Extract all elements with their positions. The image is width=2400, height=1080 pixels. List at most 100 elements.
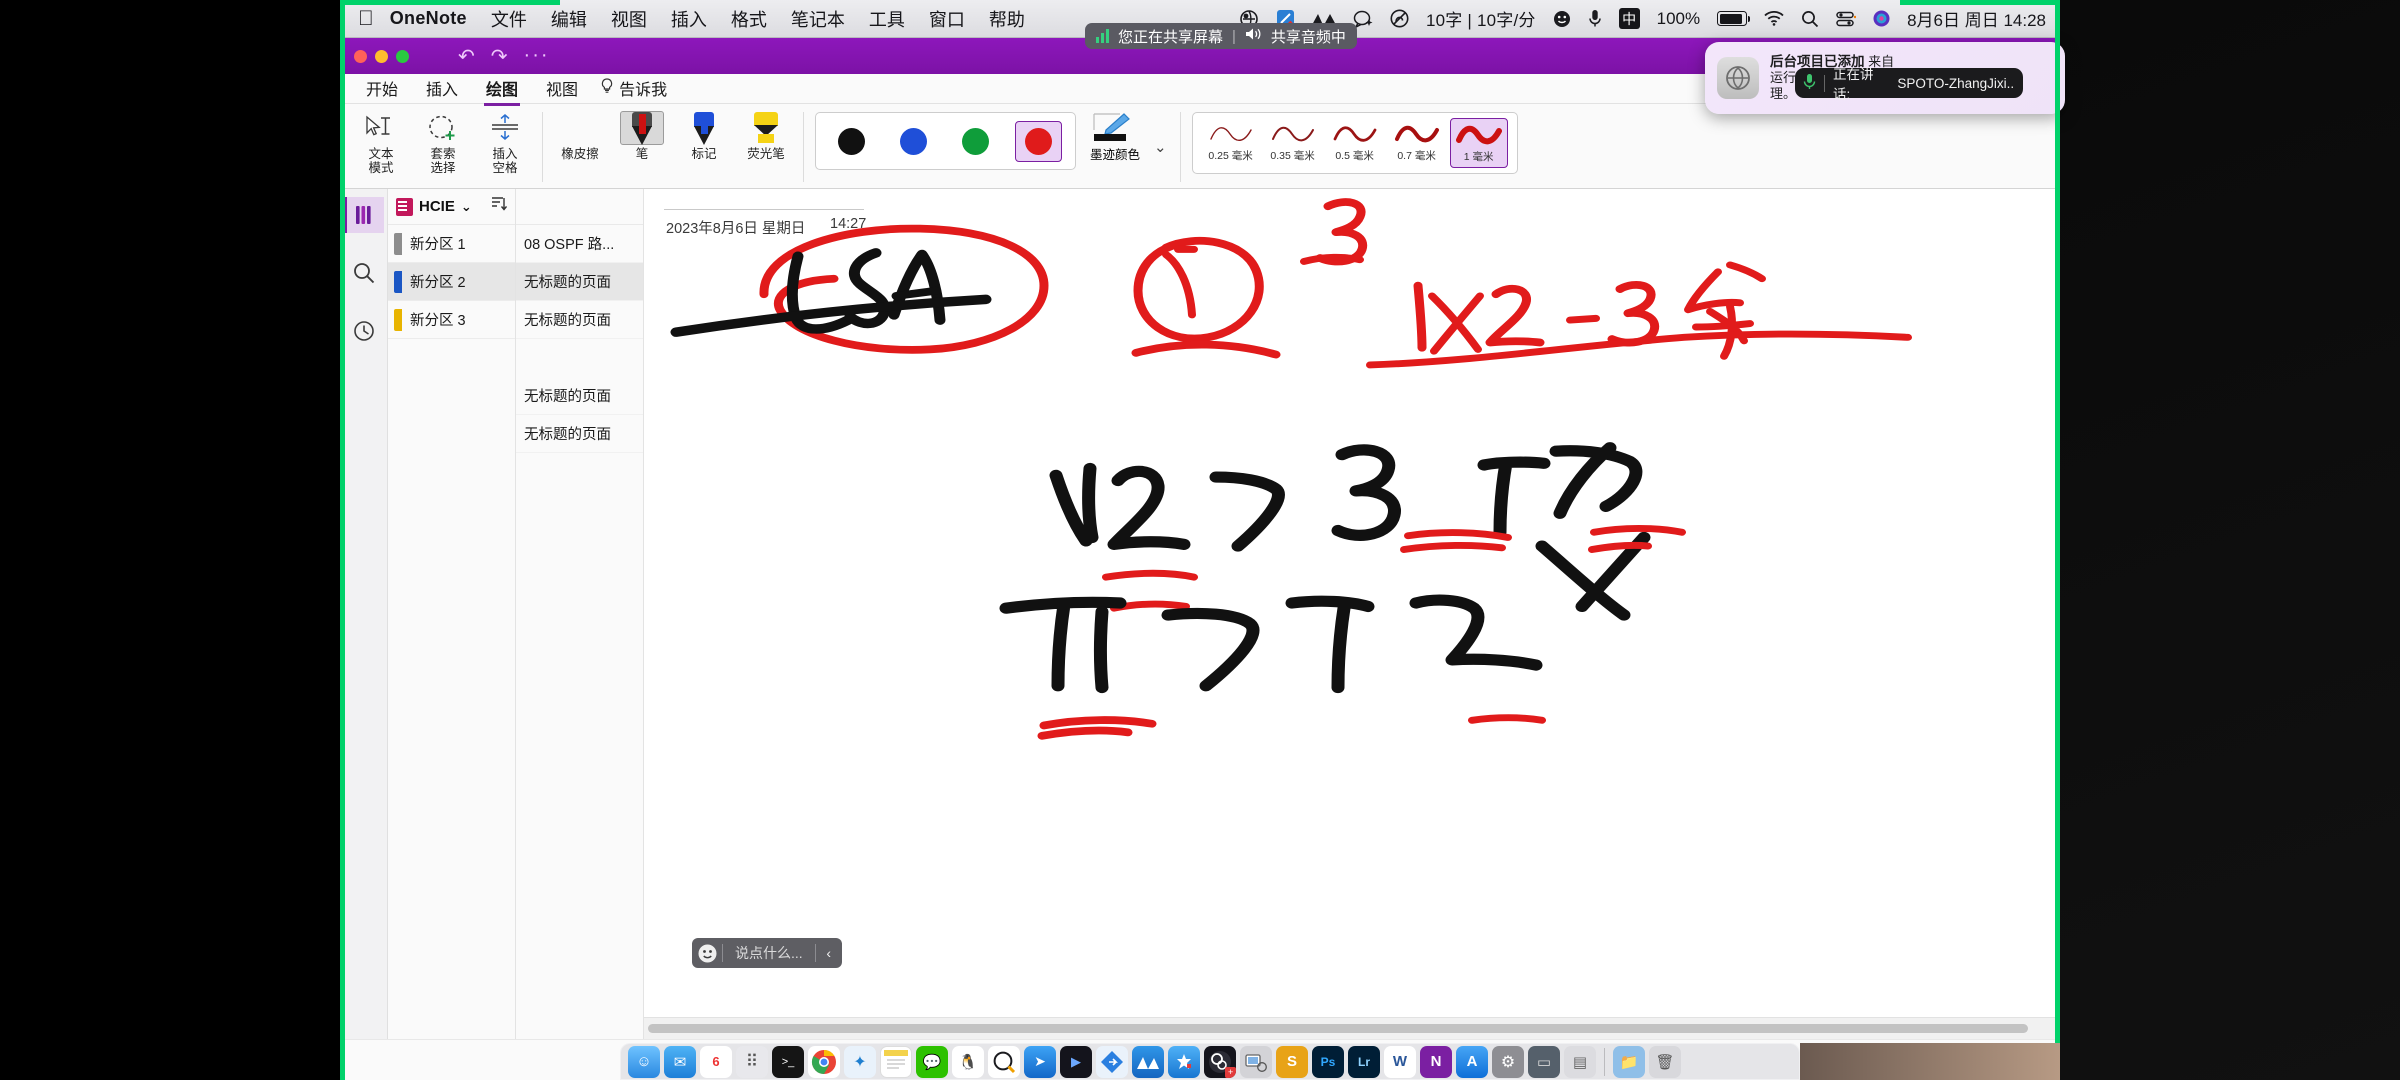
section-item-3[interactable]: 新分区 3 (388, 301, 515, 339)
collapse-chevron-left-icon[interactable]: ‹ (816, 945, 842, 961)
battery-percent-status[interactable]: 100% (1657, 9, 1700, 29)
spotlight-search-icon[interactable] (1801, 10, 1819, 28)
scrollbar-thumb[interactable] (648, 1024, 2028, 1033)
settings-icon[interactable]: ⚙ (1492, 1045, 1524, 1078)
screenshot-icon[interactable] (1240, 1045, 1272, 1078)
menu-notebook[interactable]: 笔记本 (791, 6, 845, 32)
control-center-icon[interactable] (1836, 11, 1857, 27)
color-black[interactable] (829, 122, 874, 161)
page-item-5[interactable]: 无标题的页面 (516, 415, 643, 453)
thickness-1[interactable]: 1 毫米 (1449, 118, 1508, 168)
section-item-1[interactable]: 新分区 1 (388, 225, 515, 263)
wordcount-status[interactable]: 10字 | 10字/分 (1426, 6, 1536, 31)
window-controls[interactable] (354, 49, 409, 63)
launchpad-icon[interactable]: ⠿ (736, 1045, 768, 1078)
battery-status-icon[interactable] (1717, 11, 1751, 26)
say-input[interactable]: 说点什么... (723, 943, 815, 963)
input-method-status[interactable]: 中 (1618, 8, 1640, 29)
wifi-status-icon[interactable] (1764, 11, 1784, 26)
obs-icon[interactable]: + (1204, 1045, 1236, 1078)
section-item-2[interactable]: 新分区 2 (388, 263, 515, 301)
rail-recent-icon[interactable] (344, 313, 384, 349)
notebook-chevron-down-icon[interactable]: ⌄ (461, 199, 472, 215)
rail-search-icon[interactable] (344, 255, 384, 291)
insert-space-button[interactable]: 插入 空格 (479, 108, 531, 175)
mediaplayer-icon[interactable]: ▶ (1060, 1045, 1092, 1078)
menubar-app-name[interactable]: OneNote (390, 8, 467, 29)
safari-icon[interactable]: ✦ (844, 1045, 876, 1078)
horizontal-scrollbar[interactable] (644, 1017, 2060, 1039)
maximize-button[interactable] (396, 49, 409, 63)
footer-account[interactable]: C (340, 1040, 388, 1080)
thickness-025[interactable]: 0.25 毫米 (1202, 118, 1260, 166)
folder-icon[interactable]: 📁 (1613, 1045, 1645, 1078)
calendar-icon[interactable]: 6 (700, 1045, 732, 1078)
page-item-2[interactable]: 无标题的页面 (516, 301, 643, 339)
rail-notebooks-icon[interactable] (343, 197, 384, 233)
trash-icon[interactable]: 🗑 (1649, 1045, 1681, 1078)
menu-format[interactable]: 格式 (731, 6, 767, 32)
sharing-icon[interactable]: ➤ (1024, 1045, 1056, 1078)
tab-draw[interactable]: 绘图 (472, 72, 532, 106)
menu-edit[interactable]: 编辑 (551, 6, 587, 32)
pen-button[interactable]: 笔 (616, 108, 668, 161)
tell-me-search[interactable]: 告诉我 (592, 72, 681, 105)
page-item-0[interactable]: 08 OSPF 路... (516, 225, 643, 263)
color-red[interactable] (1015, 120, 1062, 162)
say-something-bar[interactable]: 说点什么... ‹ (692, 938, 842, 968)
emoji-icon[interactable] (692, 944, 722, 963)
menu-view[interactable]: 视图 (611, 6, 647, 32)
cleaner-icon[interactable] (1168, 1045, 1200, 1078)
speaking-indicator[interactable]: 正在讲话: SPOTO-ZhangJixi... (1795, 67, 2023, 102)
qqbrowser-icon[interactable] (988, 1045, 1020, 1078)
apple-icon[interactable]:  (358, 8, 374, 29)
word-icon[interactable]: W (1384, 1045, 1416, 1078)
ink-color-chevron-down-icon[interactable]: ⌄ (1154, 138, 1169, 156)
lasso-select-button[interactable]: 套索 选择 (417, 108, 469, 175)
emoji-status-icon[interactable] (1553, 10, 1571, 28)
highlighter-button[interactable]: 荧光笔 (740, 108, 792, 161)
menu-help[interactable]: 帮助 (989, 6, 1025, 32)
sublime-icon[interactable]: S (1276, 1045, 1308, 1078)
lightroom-icon[interactable]: Lr (1348, 1045, 1380, 1078)
tab-home[interactable]: 开始 (352, 72, 412, 105)
ink-color-button[interactable]: 墨迹颜色 (1086, 108, 1144, 163)
display-icon[interactable]: ▭ (1528, 1045, 1560, 1078)
tab-insert[interactable]: 插入 (412, 72, 472, 105)
thickness-05[interactable]: 0.5 毫米 (1326, 118, 1384, 166)
siri-status-icon[interactable] (1873, 10, 1890, 27)
page-item-1[interactable]: 无标题的页面 (516, 263, 643, 301)
speech-bubble-status-icon[interactable] (1353, 10, 1373, 28)
note-canvas[interactable]: 2023年8月6日 星期日 14:27 (644, 189, 2060, 1017)
thickness-07[interactable]: 0.7 毫米 (1388, 118, 1446, 166)
page-item-3-blank[interactable] (516, 339, 643, 377)
chrome-icon[interactable] (808, 1045, 840, 1078)
microphone-status-icon[interactable] (1588, 9, 1602, 28)
notebook-header[interactable]: HCIE ⌄ (388, 189, 515, 225)
finder-icon[interactable]: ☺ (628, 1045, 660, 1078)
mail-icon[interactable]: ✉ (664, 1045, 696, 1078)
tab-view[interactable]: 视图 (532, 72, 592, 105)
qq-icon[interactable]: 🐧 (952, 1045, 984, 1078)
menu-tools[interactable]: 工具 (869, 6, 905, 32)
thickness-035[interactable]: 0.35 毫米 (1264, 118, 1322, 166)
text-mode-button[interactable]: 文本 模式 (355, 108, 407, 175)
page-item-4[interactable]: 无标题的页面 (516, 377, 643, 415)
close-button[interactable] (354, 49, 367, 63)
footer-add-section[interactable]: 添加分区 (388, 1040, 516, 1080)
files-icon[interactable]: ▤ (1564, 1045, 1596, 1078)
color-blue[interactable] (891, 122, 936, 161)
appstore-icon[interactable]: A (1456, 1045, 1488, 1078)
menu-window[interactable]: 窗口 (929, 6, 965, 32)
mountain-icon[interactable] (1132, 1045, 1164, 1078)
menu-insert[interactable]: 插入 (671, 6, 707, 32)
more-commands-icon[interactable]: ··· (524, 44, 550, 69)
undo-icon[interactable]: ↶ (458, 44, 475, 69)
onenote-icon[interactable]: N (1420, 1045, 1452, 1078)
wechat-icon[interactable]: 💬 (916, 1045, 948, 1078)
redo-icon[interactable]: ↷ (491, 44, 508, 69)
terminal-icon[interactable]: >_ (772, 1045, 804, 1078)
meeting-icon[interactable] (1096, 1045, 1128, 1078)
eraser-button[interactable]: 橡皮擦 (554, 108, 606, 161)
color-green[interactable] (953, 122, 998, 161)
